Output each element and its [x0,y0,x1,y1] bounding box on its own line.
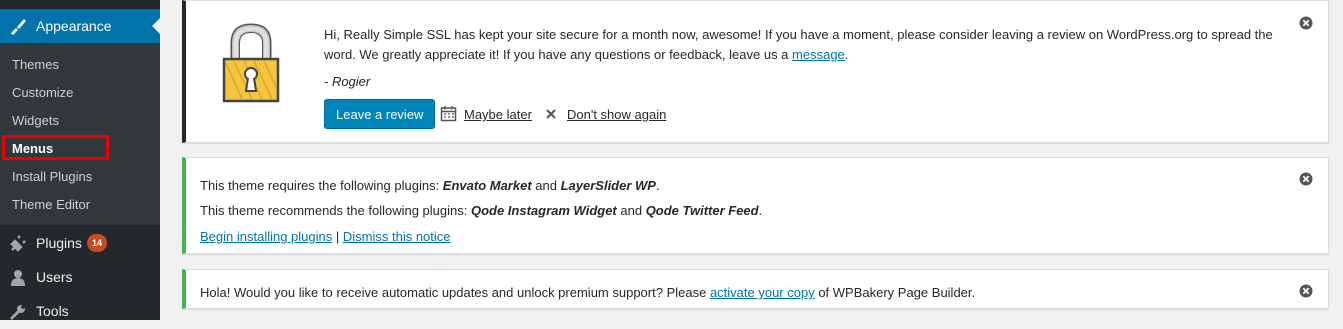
admin-sidebar: Appearance Themes Customize Widgets Menu… [0,0,160,321]
message-link[interactable]: message [792,47,845,62]
wpbakery-activation-notice: Hola! Would you like to receive automati… [182,269,1329,309]
users-icon [8,268,28,288]
required-plugins-notice: This theme requires the following plugin… [182,157,1329,254]
paintbrush-icon [8,16,28,36]
activate-copy-link[interactable]: activate your copy [710,285,815,300]
recommended-plugins-text: This theme recommends the following plug… [200,203,471,218]
plugin-layerslider: LayerSlider WP [560,178,656,193]
wrench-icon [8,302,28,322]
menu-plugins[interactable]: Plugins [0,227,160,261]
menus-highlight-box [2,135,109,160]
submenu-widgets[interactable]: Widgets [12,113,59,128]
dismiss-notice-link[interactable]: Dismiss this notice [343,229,451,244]
ssl-review-notice: Hi, Really Simple SSL has kept your site… [182,0,1329,143]
recommended-end: . [758,203,763,218]
menu-users[interactable]: Users [0,261,160,295]
ssl-message-line2-text: word. We greatly appreciate it! If you h… [324,47,793,62]
wpbakery-message: Hola! Would you like to receive automati… [200,285,975,300]
close-x-icon [545,108,557,120]
menu-tools[interactable]: Tools [0,295,160,329]
menu-appearance[interactable]: Appearance [0,9,160,43]
begin-installing-link[interactable]: Begin installing plugins [200,229,332,244]
required-and: and [531,178,561,193]
menu-tools-label: Tools [36,303,69,319]
menu-users-label: Users [36,269,73,285]
dismiss-plugins-notice-icon[interactable] [1298,171,1314,187]
ssl-message-line1: Hi, Really Simple SSL has kept your site… [324,27,1273,42]
plugin-qode-instagram: Qode Instagram Widget [470,203,617,218]
wpbakery-text: Hola! Would you like to receive automati… [200,285,710,300]
actions-separator: | [332,229,343,244]
maybe-later-link[interactable]: Maybe later [464,107,532,122]
dismiss-wpbakery-notice-icon[interactable] [1298,283,1314,299]
dont-show-again-link[interactable]: Don't show again [567,107,666,122]
appearance-submenu: Themes Customize Widgets Menus Install P… [0,43,160,225]
calendar-icon [440,105,457,122]
plugin-qode-twitter: Qode Twitter Feed [645,203,759,218]
required-plugins-text: This theme requires the following plugin… [200,178,443,193]
plugins-update-badge: 14 [87,234,107,252]
menu-appearance-label: Appearance [36,18,112,34]
recommended-plugins-line: This theme recommends the following plug… [200,203,762,218]
leave-review-button[interactable]: Leave a review [324,99,436,129]
plugin-actions: Begin installing plugins | Dismiss this … [200,229,451,244]
ssl-signature: - Rogier [324,74,371,89]
ssl-message-line2-end: . [844,47,849,62]
required-plugins-line: This theme requires the following plugin… [200,178,660,193]
ssl-message-line2: word. We greatly appreciate it! If you h… [324,47,848,62]
current-menu-arrow [152,18,160,34]
plugin-envato-market: Envato Market [442,178,532,193]
padlock-icon [220,19,282,105]
submenu-theme-editor[interactable]: Theme Editor [12,197,90,212]
plugin-icon [8,234,28,254]
submenu-install-plugins[interactable]: Install Plugins [12,169,92,184]
submenu-customize[interactable]: Customize [12,85,73,100]
submenu-themes[interactable]: Themes [12,57,59,72]
wpbakery-text-end: of WPBakery Page Builder. [814,285,976,300]
menu-plugins-label: Plugins [36,235,82,251]
dismiss-ssl-notice-icon[interactable] [1298,15,1314,31]
required-end: . [655,178,660,193]
recommended-and: and [616,203,646,218]
